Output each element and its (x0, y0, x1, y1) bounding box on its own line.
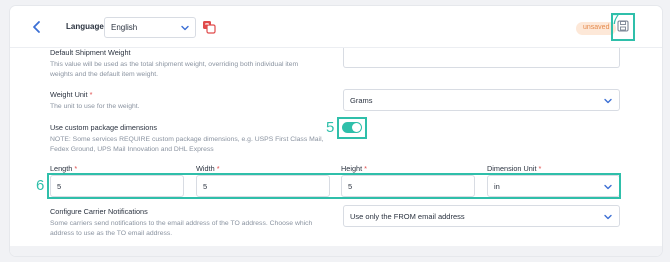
toggle-knob (352, 123, 361, 132)
dimensions-highlight-box (47, 173, 621, 199)
annotation-number-6: 6 (36, 177, 45, 194)
weight-unit-select[interactable]: Grams (343, 89, 620, 111)
dimension-unit-label: Dimension Unit * (487, 164, 542, 173)
height-label: Height * (341, 164, 367, 173)
custom-dims-label: Use custom package dimensions (50, 123, 158, 132)
translate-icon[interactable] (202, 20, 216, 34)
settings-card: Language English unsaved Default Shipmen… (10, 6, 662, 256)
custom-dims-help-line-2: Fedex Ground, UPS Mail Innovation and DH… (50, 146, 214, 153)
carrier-notifications-label: Configure Carrier Notifications (50, 207, 148, 216)
carrier-notifications-help-line-2: address to use as the TO email address. (50, 230, 173, 237)
chevron-down-icon (604, 214, 612, 220)
language-label: Language (66, 22, 104, 31)
weight-unit-value: Grams (350, 96, 373, 105)
carrier-notifications-help-line-1: Some carriers send notifications to the … (50, 220, 313, 227)
weight-unit-help: The unit to use for the weight. (50, 103, 140, 110)
annotation-number-5: 5 (326, 119, 335, 136)
shipment-weight-label: Default Shipment Weight (50, 48, 131, 57)
chevron-down-icon (181, 25, 189, 31)
carrier-notifications-value: Use only the FROM email address (350, 212, 465, 221)
card-footer-gap (10, 246, 662, 256)
toolbar: Language English unsaved (10, 6, 662, 48)
width-label: Width * (196, 164, 220, 173)
shipment-weight-help-line-1: This value will be used as the total shi… (50, 61, 299, 68)
custom-dims-help-line-1: NOTE: Some services REQUIRE custom packa… (50, 136, 324, 143)
length-label: Length * (50, 164, 78, 173)
language-value: English (111, 23, 138, 32)
carrier-notifications-select[interactable]: Use only the FROM email address (343, 205, 620, 227)
weight-unit-label: Weight Unit * (50, 90, 93, 99)
shipment-weight-help-line-2: weights and the default item weight. (50, 71, 159, 78)
custom-dims-toggle[interactable] (342, 122, 362, 133)
shipment-weight-input[interactable] (343, 48, 620, 68)
back-arrow-icon[interactable] (30, 20, 44, 34)
save-icon[interactable] (617, 20, 629, 32)
language-select[interactable]: English (104, 17, 196, 38)
chevron-down-icon (604, 98, 612, 104)
